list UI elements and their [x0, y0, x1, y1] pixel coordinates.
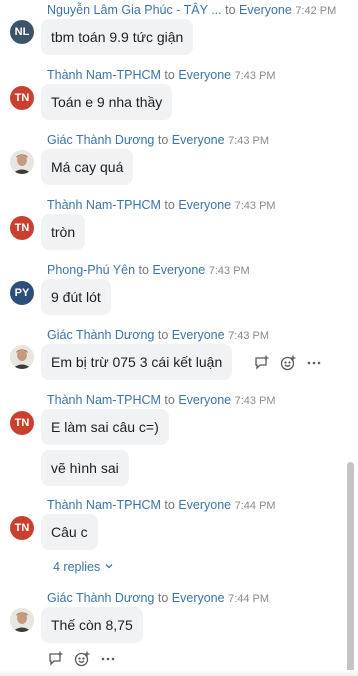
message-bubble[interactable]: Toán e 9 nha thầy — [41, 84, 173, 120]
timestamp: 7:43 PM — [234, 200, 276, 212]
timestamp: 7:43 PM — [208, 265, 250, 277]
avatar[interactable]: TN — [10, 86, 34, 110]
to-label: to — [225, 3, 236, 17]
message-header: Phong-Phú Yên to Everyone 7:43 PM — [47, 262, 250, 279]
sender-name[interactable]: Nguyễn Lâm Gia Phúc - TÂY ... — [47, 3, 222, 17]
sender-name[interactable]: Phong-Phú Yên — [47, 263, 135, 277]
to-label: to — [164, 393, 175, 407]
chat-panel: Nguyễn Lâm Gia Phúc - TÂY ... to Everyon… — [0, 0, 358, 676]
sender-name[interactable]: Giác Thành Dương — [47, 133, 154, 147]
message-text: Má cay quá — [51, 159, 124, 175]
recipient-name[interactable]: Everyone — [178, 393, 231, 407]
avatar[interactable]: NL — [10, 20, 34, 44]
recipient-name[interactable]: Everyone — [178, 198, 231, 212]
message-header: Nguyễn Lâm Gia Phúc - TÂY ... to Everyon… — [47, 2, 336, 19]
message-text: E làm sai câu c=) — [51, 419, 159, 435]
emoji-icon[interactable] — [280, 355, 296, 371]
message-text: Câu c — [51, 524, 88, 540]
message-bubble[interactable]: vẽ hình sai — [41, 450, 129, 486]
scrollbar-thumb[interactable] — [347, 462, 354, 672]
avatar-photo[interactable] — [10, 150, 34, 174]
message-text: Thế còn 8,75 — [51, 617, 133, 633]
message-bubble[interactable]: Em bị trừ 075 3 cái kết luận — [41, 344, 233, 380]
emoji-icon[interactable] — [74, 651, 90, 667]
timestamp: 7:42 PM — [295, 5, 337, 17]
timestamp: 7:43 PM — [228, 330, 270, 342]
message-bubble[interactable]: E làm sai câu c=) — [41, 409, 169, 445]
recipient-name[interactable]: Everyone — [172, 328, 225, 342]
message-bubble[interactable]: 9 đút lót — [41, 279, 111, 315]
recipient-name[interactable]: Everyone — [178, 498, 231, 512]
message-text: tbm toán 9.9 tức giận — [51, 29, 184, 45]
message-text: vẽ hình sai — [51, 460, 119, 476]
message-bubble[interactable]: Má cay quá — [41, 149, 134, 185]
to-label: to — [164, 68, 175, 82]
sender-name[interactable]: Giác Thành Dương — [47, 328, 154, 342]
message-bubble[interactable]: tròn — [41, 214, 86, 250]
message-text: 9 đút lót — [51, 289, 101, 305]
recipient-name[interactable]: Everyone — [239, 3, 292, 17]
replies-count: 4 replies — [53, 560, 101, 574]
message-bubble[interactable]: tbm toán 9.9 tức giận — [41, 19, 194, 55]
timestamp: 7:44 PM — [228, 593, 270, 605]
recipient-name[interactable]: Everyone — [172, 591, 225, 605]
to-label: to — [157, 328, 169, 342]
message-header: Thành Nam-TPHCM to Everyone 7:43 PM — [47, 67, 276, 84]
message-actions — [48, 651, 116, 667]
timestamp: 7:44 PM — [234, 500, 276, 512]
sender-name[interactable]: Thành Nam-TPHCM — [47, 393, 161, 407]
to-label: to — [157, 591, 169, 605]
reply-icon[interactable] — [254, 355, 270, 371]
sender-name[interactable]: Thành Nam-TPHCM — [47, 498, 161, 512]
avatar[interactable]: TN — [10, 411, 34, 435]
message-header: Thành Nam-TPHCM to Everyone 7:43 PM — [47, 197, 276, 214]
timestamp: 7:43 PM — [234, 395, 276, 407]
chevron-down-icon — [104, 560, 114, 574]
timestamp: 7:43 PM — [234, 70, 276, 82]
message-header: Giác Thành Dương to Everyone 7:43 PM — [47, 132, 269, 149]
avatar[interactable]: TN — [10, 516, 34, 540]
sender-name[interactable]: Thành Nam-TPHCM — [47, 68, 161, 82]
avatar-photo[interactable] — [10, 608, 34, 632]
recipient-name[interactable]: Everyone — [178, 68, 231, 82]
to-label: to — [164, 498, 175, 512]
message-text: Toán e 9 nha thầy — [51, 94, 163, 110]
avatar[interactable]: TN — [10, 216, 34, 240]
more-icon[interactable] — [100, 651, 116, 667]
timestamp: 7:43 PM — [228, 135, 270, 147]
panel-bottom-edge — [0, 670, 358, 676]
avatar-photo[interactable] — [10, 345, 34, 369]
message-header: Thành Nam-TPHCM to Everyone 7:44 PM — [47, 497, 276, 514]
sender-name[interactable]: Thành Nam-TPHCM — [47, 198, 161, 212]
avatar[interactable]: PY — [10, 281, 34, 305]
sender-name[interactable]: Giác Thành Dương — [47, 591, 154, 605]
message-text: tròn — [51, 224, 76, 240]
message-bubble[interactable]: Câu c — [41, 514, 98, 550]
reply-icon[interactable] — [48, 651, 64, 667]
message-header: Giác Thành Dương to Everyone 7:44 PM — [47, 590, 269, 607]
more-icon[interactable] — [306, 355, 322, 371]
message-actions — [254, 355, 322, 371]
to-label: to — [157, 133, 169, 147]
message-text: Em bị trừ 075 3 cái kết luận — [51, 354, 223, 370]
to-label: to — [138, 263, 149, 277]
recipient-name[interactable]: Everyone — [152, 263, 205, 277]
message-bubble[interactable]: Thế còn 8,75 — [41, 607, 143, 643]
message-header: Giác Thành Dương to Everyone 7:43 PM — [47, 327, 269, 344]
message-header: Thành Nam-TPHCM to Everyone 7:43 PM — [47, 392, 276, 409]
replies-link[interactable]: 4 replies — [53, 560, 114, 574]
recipient-name[interactable]: Everyone — [172, 133, 225, 147]
to-label: to — [164, 198, 175, 212]
